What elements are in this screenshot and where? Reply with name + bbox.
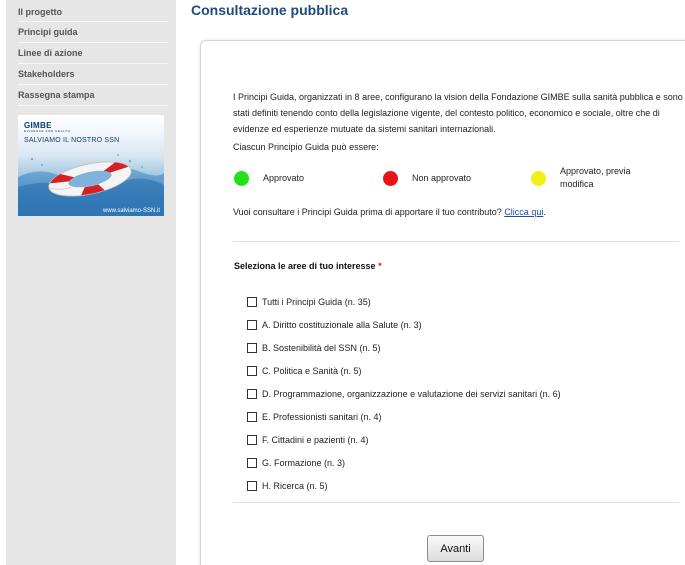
banner-slogan: SALVIAMO IL NOSTRO SSN <box>24 137 120 144</box>
divider <box>233 502 679 503</box>
option-label: B. Sostenibilità del SSN (n. 5) <box>262 342 381 353</box>
sidebar: Il progetto Principi guida Linee di azio… <box>6 0 176 565</box>
yellow-dot-icon <box>531 170 546 186</box>
sidebar-item-linee-di-azione[interactable]: Linee di azione <box>18 43 168 64</box>
option-h[interactable]: H. Ricerca (n. 5) <box>247 474 561 497</box>
option-f[interactable]: F. Cittadini e pazienti (n. 4) <box>247 428 561 451</box>
legend-approvato-previa-modifica: Approvato, previa modifica <box>531 165 660 191</box>
section-label: Seleziona le aree di tuo interesse * <box>234 261 382 271</box>
checkbox[interactable] <box>247 411 257 422</box>
option-label: G. Formazione (n. 3) <box>262 457 346 468</box>
consult-end: . <box>543 207 546 217</box>
option-g[interactable]: G. Formazione (n. 3) <box>247 451 561 474</box>
sidebar-item-stakeholders[interactable]: Stakeholders <box>18 64 168 85</box>
option-label: E. Professionisti sanitari (n. 4) <box>262 411 382 422</box>
option-label: H. Ricerca (n. 5) <box>262 480 328 491</box>
option-tutti[interactable]: Tutti i Principi Guida (n. 35) <box>247 290 561 313</box>
option-d[interactable]: D. Programmazione, organizzazione e valu… <box>247 382 561 405</box>
consult-question: Vuoi consultare i Principi Guida prima d… <box>233 207 505 217</box>
checkbox[interactable] <box>247 480 257 491</box>
option-label: F. Cittadini e pazienti (n. 4) <box>262 434 369 445</box>
legend-label: Approvato <box>263 173 305 183</box>
avanti-button[interactable]: Avanti <box>427 535 484 562</box>
red-dot-icon <box>383 171 398 186</box>
banner-url: www.salviamo-SSN.it <box>102 208 160 214</box>
legend-approvato: Approvato <box>234 171 304 186</box>
area-options: Tutti i Principi Guida (n. 35) A. Diritt… <box>247 290 561 497</box>
intro-text: I Principi Guida, organizzati in 8 aree,… <box>233 92 683 134</box>
checkbox[interactable] <box>247 457 257 468</box>
legend-intro: Ciascun Principio Guida può essere: <box>233 142 379 152</box>
option-label: A. Diritto costituzionale alla Salute (n… <box>262 319 422 330</box>
option-label: Tutti i Principi Guida (n. 35) <box>262 296 371 307</box>
checkbox[interactable] <box>247 434 257 445</box>
consult-text: Vuoi consultare i Principi Guida prima d… <box>233 207 546 217</box>
sidebar-item-principi-guida[interactable]: Principi guida <box>18 22 168 43</box>
checkbox[interactable] <box>247 319 257 330</box>
page: Il progetto Principi guida Linee di azio… <box>0 0 685 565</box>
divider <box>233 241 679 242</box>
checkbox[interactable] <box>247 365 257 376</box>
legend-non-approvato: Non approvato <box>383 171 471 186</box>
checkbox[interactable] <box>247 388 257 399</box>
option-c[interactable]: C. Politica e Sanità (n. 5) <box>247 359 561 382</box>
checkbox[interactable] <box>247 342 257 353</box>
option-b[interactable]: B. Sostenibilità del SSN (n. 5) <box>247 336 561 359</box>
sidebar-nav: Il progetto Principi guida Linee di azio… <box>6 0 176 106</box>
gimbe-logo-subtitle: EVIDENCE FOR HEALTH <box>24 129 71 133</box>
salviamo-ssn-banner[interactable]: GIMBE EVIDENCE FOR HEALTH SALVIAMO IL NO… <box>18 115 164 216</box>
clicca-qui-link[interactable]: Clicca qui <box>504 207 543 217</box>
option-label: C. Politica e Sanità (n. 5) <box>262 365 362 376</box>
option-a[interactable]: A. Diritto costituzionale alla Salute (n… <box>247 313 561 336</box>
legend-label: Approvato, previa modifica <box>560 166 631 189</box>
section-label-text: Seleziona le aree di tuo interesse <box>234 261 376 271</box>
option-label: D. Programmazione, organizzazione e valu… <box>262 388 561 399</box>
legend-label: Non approvato <box>412 173 472 183</box>
required-mark: * <box>378 261 382 271</box>
page-title: Consultazione pubblica <box>191 2 349 18</box>
sidebar-item-il-progetto[interactable]: Il progetto <box>18 0 168 22</box>
checkbox[interactable] <box>247 296 257 307</box>
sidebar-item-rassegna-stampa[interactable]: Rassegna stampa <box>18 85 168 106</box>
option-e[interactable]: E. Professionisti sanitari (n. 4) <box>247 405 561 428</box>
green-dot-icon <box>234 171 249 186</box>
